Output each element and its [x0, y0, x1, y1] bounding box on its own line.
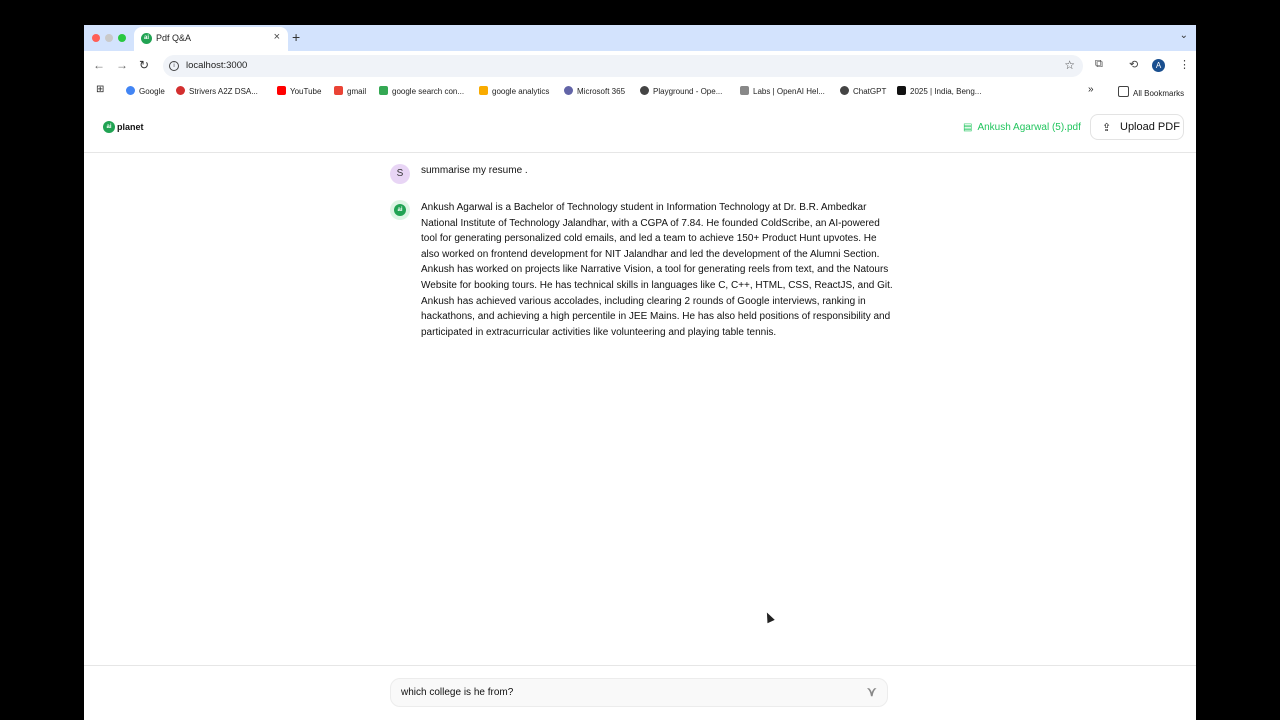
analytics-icon	[479, 86, 488, 95]
bookmark-label: google search con...	[392, 87, 465, 96]
labs-icon	[740, 86, 749, 95]
tab-favicon-icon: ai	[141, 33, 152, 44]
extension-sync-icon[interactable]: ⟲	[1129, 58, 1138, 71]
user-avatar: S	[390, 164, 410, 184]
bookmark-label: ChatGPT	[853, 87, 887, 96]
bookmark-star-icon[interactable]: ☆	[1064, 58, 1075, 72]
ai-response-message: Ankush Agarwal is a Bachelor of Technolo…	[421, 202, 893, 338]
upload-pdf-button[interactable]: ⇪ Upload PDF	[1090, 114, 1184, 140]
kebab-menu-icon[interactable]: ⋮	[1179, 58, 1190, 71]
ai-planet-logo[interactable]: ai planet	[103, 121, 144, 133]
address-bar[interactable]: i localhost:3000 ☆	[163, 55, 1083, 77]
send-icon[interactable]: ⋎	[867, 684, 877, 700]
bookmark-label: 2025 | India, Beng...	[910, 87, 982, 96]
reload-icon[interactable]: ↻	[139, 58, 149, 72]
bookmark-label: Google	[139, 87, 165, 96]
gmail-icon	[334, 86, 343, 95]
apps-grid-icon[interactable]: ⊞	[96, 84, 104, 95]
folder-icon	[1118, 86, 1129, 97]
upload-pdf-label: Upload PDF	[1120, 121, 1180, 133]
bookmarks-bar: ⊞ Google Strivers A2Z DSA... YouTube gma…	[84, 81, 1196, 103]
bookmark-search-console[interactable]: google search con...	[379, 86, 464, 96]
tab-close-icon[interactable]: ×	[274, 31, 280, 43]
upload-icon: ⇪	[1102, 122, 1112, 134]
file-icon: ▤	[963, 122, 973, 133]
bookmark-label: YouTube	[290, 87, 322, 96]
tab-strip: ai Pdf Q&A × + ⌄	[84, 25, 1196, 51]
back-arrow-icon[interactable]: ←	[93, 58, 105, 72]
tab-title: Pdf Q&A	[156, 33, 192, 43]
ai-avatar: ai	[390, 200, 410, 220]
search-console-icon	[379, 86, 388, 95]
openai-icon	[640, 86, 649, 95]
google-icon	[126, 86, 135, 95]
url-text[interactable]: localhost:3000	[186, 60, 247, 71]
user-message: summarise my resume .	[421, 165, 528, 176]
uploaded-file-link[interactable]: ▤ Ankush Agarwal (5).pdf	[963, 122, 1081, 133]
gs-icon	[897, 86, 906, 95]
bookmark-label: Playground - Ope...	[653, 87, 723, 96]
bookmark-label: Labs | OpenAI Hel...	[753, 87, 825, 96]
app-header: ai planet ▤ Ankush Agarwal (5).pdf ⇪ Uplo…	[84, 103, 1196, 153]
bookmark-2025-india[interactable]: 2025 | India, Beng...	[897, 86, 981, 96]
bookmark-labs[interactable]: Labs | OpenAI Hel...	[740, 86, 825, 96]
chevron-double-right-icon[interactable]: »	[1088, 84, 1094, 95]
ai-planet-bot-icon: ai	[394, 204, 406, 216]
microsoft-icon	[564, 86, 573, 95]
bookmark-playground[interactable]: Playground - Ope...	[640, 86, 722, 96]
bookmark-chatgpt[interactable]: ChatGPT	[840, 86, 886, 96]
pdf-qa-app: ai planet ▤ Ankush Agarwal (5).pdf ⇪ Uplo…	[84, 103, 1196, 720]
bookmark-microsoft-365[interactable]: Microsoft 365	[564, 86, 625, 96]
all-bookmarks-label: All Bookmarks	[1133, 89, 1185, 98]
bookmark-label: Microsoft 365	[577, 87, 626, 96]
strivers-icon	[176, 86, 185, 95]
bookmark-strivers[interactable]: Strivers A2Z DSA...	[176, 86, 258, 96]
browser-window: ai Pdf Q&A × + ⌄ ← → ↻ i localhost:3000 …	[84, 25, 1196, 720]
browser-toolbar: ← → ↻ i localhost:3000 ☆ ⧉ ⟲ A ⋮	[84, 51, 1196, 81]
close-window-button[interactable]	[92, 34, 100, 42]
bookmark-youtube[interactable]: YouTube	[277, 86, 321, 96]
new-tab-button[interactable]: +	[292, 29, 300, 45]
ai-planet-logo-icon: ai	[103, 121, 115, 133]
chatgpt-icon	[840, 86, 849, 95]
bookmark-label: google analytics	[492, 87, 550, 96]
site-info-icon[interactable]: i	[169, 61, 179, 71]
forward-arrow-icon[interactable]: →	[116, 58, 128, 72]
question-input[interactable]	[390, 678, 888, 707]
uploaded-file-name: Ankush Agarwal (5).pdf	[977, 122, 1081, 133]
bookmark-gmail[interactable]: gmail	[334, 86, 366, 96]
tab-pdf-qa[interactable]: ai Pdf Q&A ×	[134, 27, 288, 51]
chat-input-bar: ⋎	[84, 665, 1196, 720]
minimize-window-button[interactable]	[105, 34, 113, 42]
bookmark-analytics[interactable]: google analytics	[479, 86, 549, 96]
all-bookmarks-folder[interactable]: All Bookmarks	[1118, 86, 1184, 98]
logo-text: planet	[117, 122, 144, 132]
youtube-icon	[277, 86, 286, 95]
profile-avatar[interactable]: A	[1152, 59, 1165, 72]
extensions-icon[interactable]: ⧉	[1095, 58, 1103, 71]
tab-search-icon[interactable]: ⌄	[1180, 30, 1188, 41]
bookmark-google[interactable]: Google	[126, 86, 165, 96]
bookmark-label: gmail	[347, 87, 367, 96]
maximize-window-button[interactable]	[118, 34, 126, 42]
bookmark-label: Strivers A2Z DSA...	[189, 87, 258, 96]
